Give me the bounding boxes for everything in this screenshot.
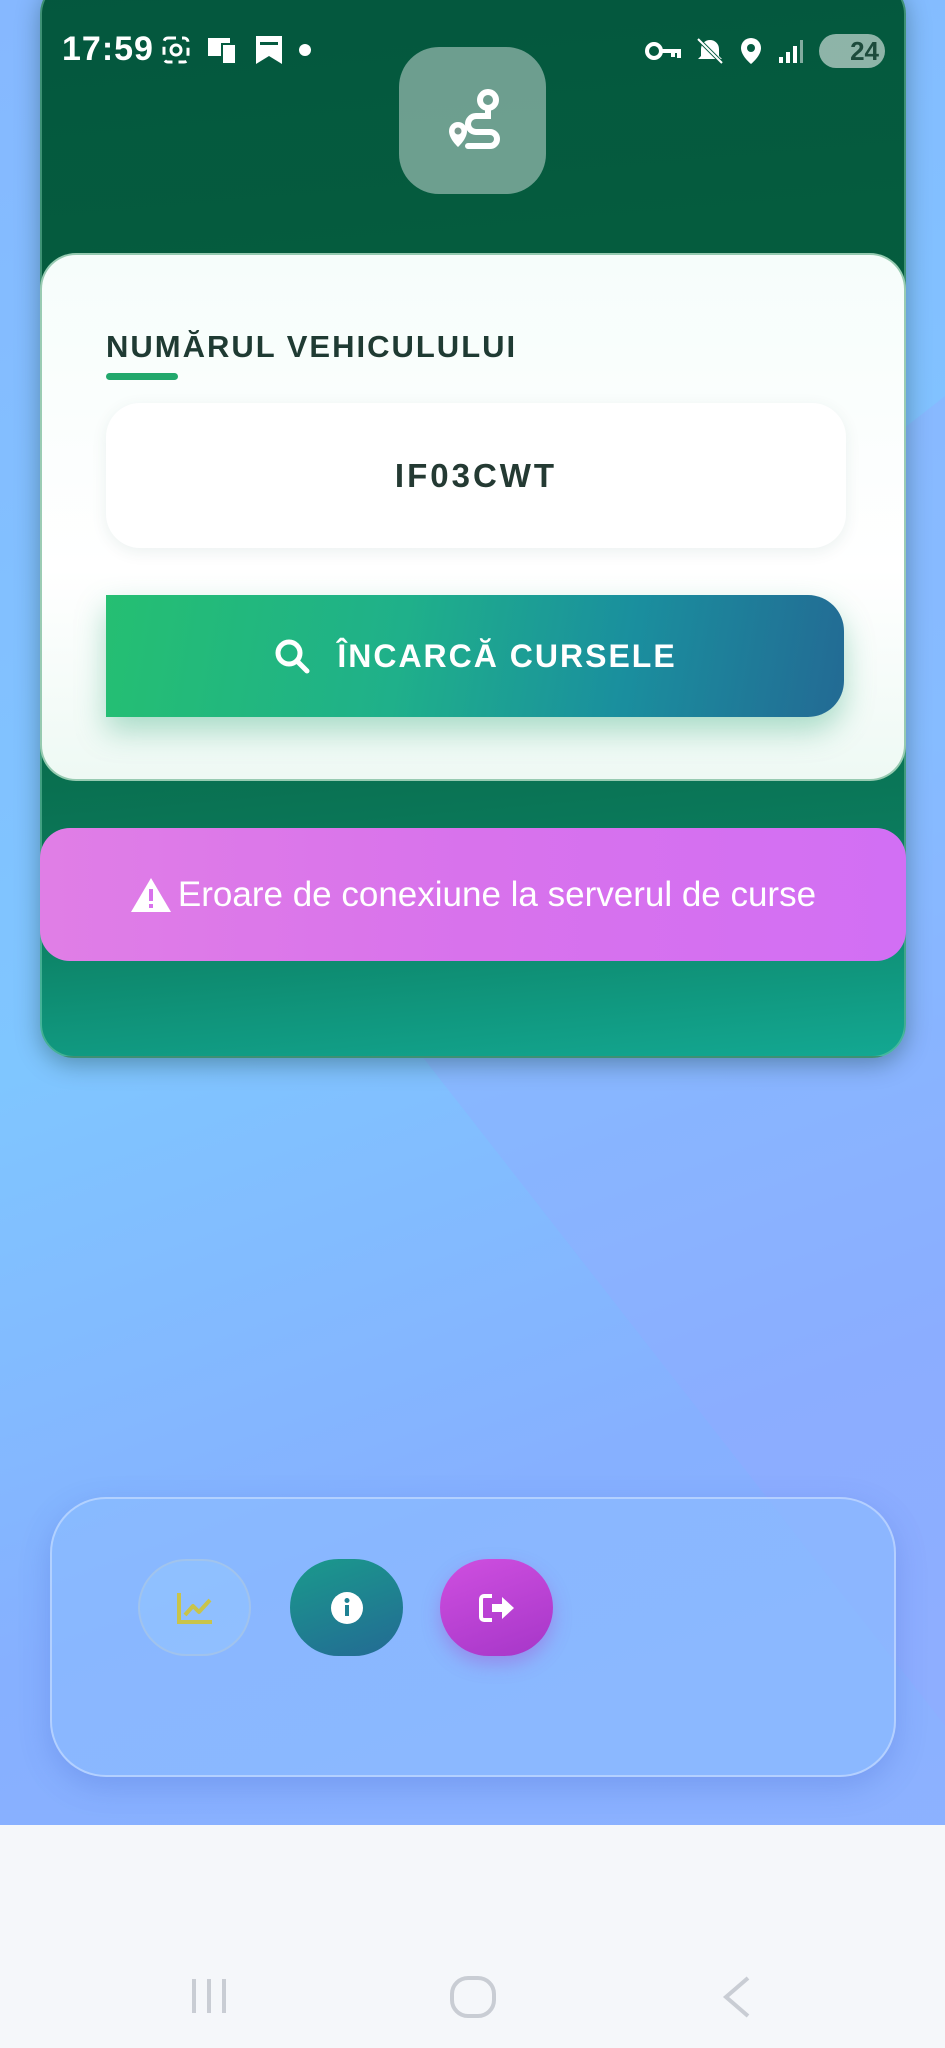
bottom-nav — [50, 1497, 896, 1777]
logout-icon — [478, 1593, 514, 1622]
bookmark-icon — [256, 36, 282, 64]
route-icon — [448, 88, 500, 149]
chart-icon — [176, 1592, 212, 1624]
search-icon — [275, 639, 310, 674]
dot-icon — [299, 44, 311, 56]
status-left-icons — [160, 34, 312, 66]
recent-apps-icon[interactable] — [188, 1975, 230, 2017]
vehicle-form-card: NUMĂRUL VEHICULULUI ÎNCARCĂ CURSELE — [40, 253, 906, 781]
location-icon — [741, 38, 761, 64]
cast-icon — [208, 38, 237, 65]
status-time: 17:59 — [62, 30, 154, 68]
signal-icon — [779, 40, 803, 63]
error-message: Eroare de conexiune la serverul de curse — [177, 874, 817, 914]
stats-button[interactable] — [138, 1559, 251, 1656]
back-icon[interactable] — [720, 1975, 754, 2019]
info-icon — [330, 1591, 363, 1624]
label-underline — [106, 373, 178, 380]
mute-icon — [696, 37, 724, 65]
vpn-key-icon — [645, 42, 681, 60]
system-nav-bar — [0, 1825, 945, 2048]
app-logo — [399, 47, 546, 194]
info-button[interactable] — [290, 1559, 403, 1656]
load-courses-label: ÎNCARCĂ CURSELE — [337, 637, 677, 674]
logout-button[interactable] — [440, 1559, 553, 1656]
warning-icon — [130, 877, 171, 912]
status-right-icons: 24 — [645, 34, 885, 68]
vehicle-number-label: NUMĂRUL VEHICULULUI — [106, 329, 518, 364]
error-alert: Eroare de conexiune la serverul de curse — [40, 828, 906, 961]
vehicle-number-input[interactable] — [106, 403, 846, 548]
load-courses-button[interactable]: ÎNCARCĂ CURSELE — [106, 595, 844, 717]
home-icon[interactable] — [449, 1975, 497, 2019]
battery-indicator: 24 — [819, 34, 885, 68]
battery-level: 24 — [850, 35, 879, 66]
screenshot-icon — [162, 36, 190, 64]
